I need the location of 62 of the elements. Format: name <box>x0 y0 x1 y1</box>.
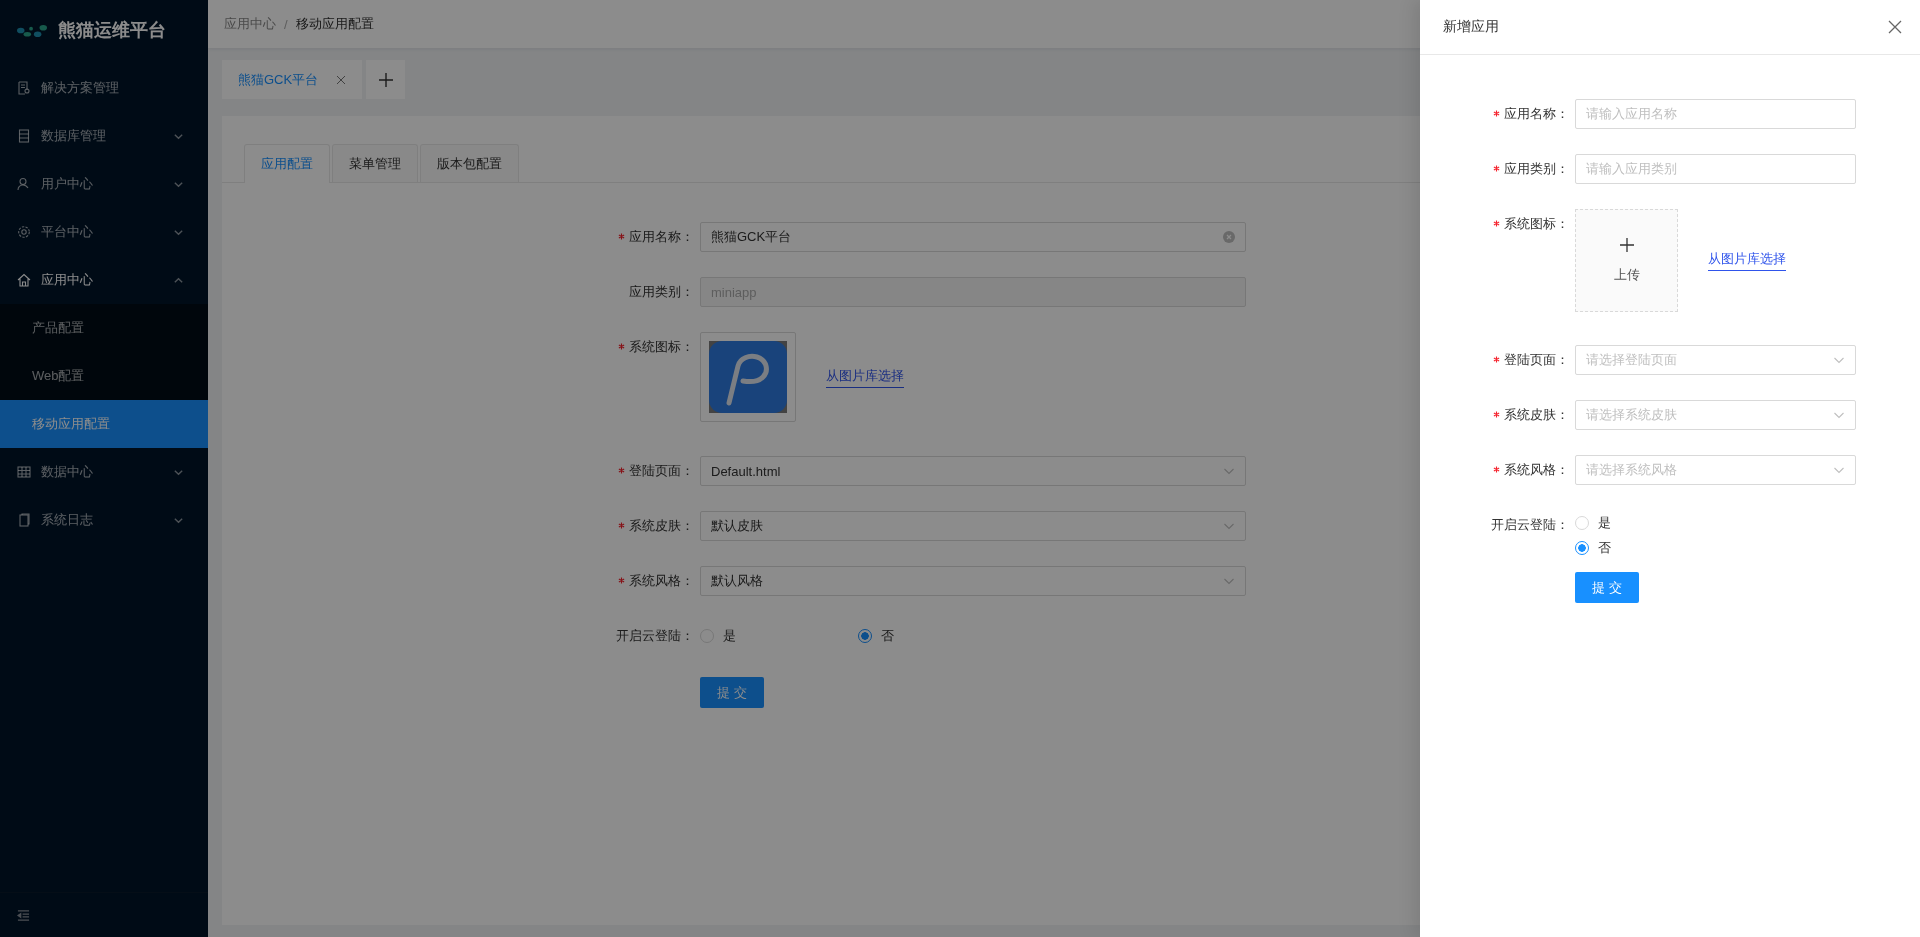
field-label: 开启云登陆： <box>1491 516 1569 534</box>
app-name: 熊猫运维平台 <box>58 19 166 42</box>
menu-item[interactable]: 数据中心 <box>0 448 208 496</box>
upload-label: 上传 <box>1613 265 1640 284</box>
select-field[interactable]: Default.html <box>700 456 1246 486</box>
plus-icon <box>1619 237 1634 252</box>
field-label: 系统图标： <box>629 338 694 356</box>
field-label: 应用名称： <box>629 228 694 246</box>
field-label: 应用名称： <box>1504 105 1569 123</box>
breadcrumb-item: 移动应用配置 <box>295 15 374 33</box>
config-tab[interactable]: 应用配置 <box>244 144 330 183</box>
submit-button[interactable]: 提 交 <box>1575 572 1639 603</box>
icon-preview[interactable] <box>700 332 796 422</box>
submenu-item[interactable]: 产品配置 <box>0 304 208 352</box>
menu-item[interactable]: 系统日志 <box>0 496 208 544</box>
field-label: 登陆页面： <box>629 462 694 480</box>
field-label: 应用类别： <box>1504 160 1569 178</box>
menu-item[interactable]: 用户中心 <box>0 160 208 208</box>
choose-from-gallery-link[interactable]: 从图片库选择 <box>826 366 904 388</box>
select-field[interactable]: 请选择系统风格 <box>1575 455 1856 485</box>
choose-from-gallery-link[interactable]: 从图片库选择 <box>1708 250 1786 271</box>
text-input[interactable]: 熊猫GCK平台 <box>700 222 1246 252</box>
text-input[interactable]: 请输入应用类别 <box>1575 154 1856 184</box>
submenu-item[interactable]: Web配置 <box>0 352 208 400</box>
select-field[interactable]: 请选择系统皮肤 <box>1575 400 1856 430</box>
radio-option[interactable]: 是 <box>700 623 858 649</box>
add-tab-button[interactable] <box>366 60 405 99</box>
menu-item[interactable]: 数据库管理 <box>0 112 208 160</box>
radio-option[interactable]: 否 <box>1575 535 1611 560</box>
breadcrumb-separator: / <box>284 16 288 32</box>
menu-item[interactable]: 解决方案管理 <box>0 64 208 112</box>
config-tab[interactable]: 菜单管理 <box>332 144 418 182</box>
text-input[interactable]: 请输入应用名称 <box>1575 99 1856 129</box>
select-field[interactable]: 请选择登陆页面 <box>1575 345 1856 375</box>
submenu-item[interactable]: 移动应用配置 <box>0 400 208 448</box>
submit-button[interactable]: 提 交 <box>700 677 764 708</box>
drawer-title: 新增应用 <box>1443 18 1499 36</box>
field-label: 系统风格： <box>1504 461 1569 479</box>
select-field[interactable]: 默认风格 <box>700 566 1246 596</box>
plus-icon <box>378 72 393 87</box>
breadcrumb-item[interactable]: 应用中心 <box>224 15 276 33</box>
field-label: 系统图标： <box>1504 215 1569 233</box>
field-label: 应用类别： <box>629 283 694 301</box>
field-label: 开启云登陆： <box>616 627 694 645</box>
field-label: 系统皮肤： <box>1504 406 1569 424</box>
close-icon[interactable] <box>336 74 346 85</box>
menu-item[interactable]: 应用中心 <box>0 256 208 304</box>
config-tab[interactable]: 版本包配置 <box>420 144 519 182</box>
page-tab[interactable]: 熊猫GCK平台 <box>222 60 362 99</box>
field-label: 系统皮肤： <box>629 517 694 535</box>
logo-icon <box>16 22 48 38</box>
menu-item[interactable]: 平台中心 <box>0 208 208 256</box>
upload-box[interactable]: 上传 <box>1575 209 1678 312</box>
radio-option[interactable]: 是 <box>1575 510 1611 535</box>
close-icon[interactable] <box>1888 20 1902 34</box>
radio-option[interactable]: 否 <box>858 623 1016 649</box>
field-label: 登陆页面： <box>1504 351 1569 369</box>
clear-icon[interactable] <box>1223 231 1235 243</box>
home-icon <box>17 273 31 287</box>
select-field[interactable]: 默认皮肤 <box>700 511 1246 541</box>
field-label: 系统风格： <box>629 572 694 590</box>
collapse-menu-icon[interactable] <box>17 908 30 922</box>
